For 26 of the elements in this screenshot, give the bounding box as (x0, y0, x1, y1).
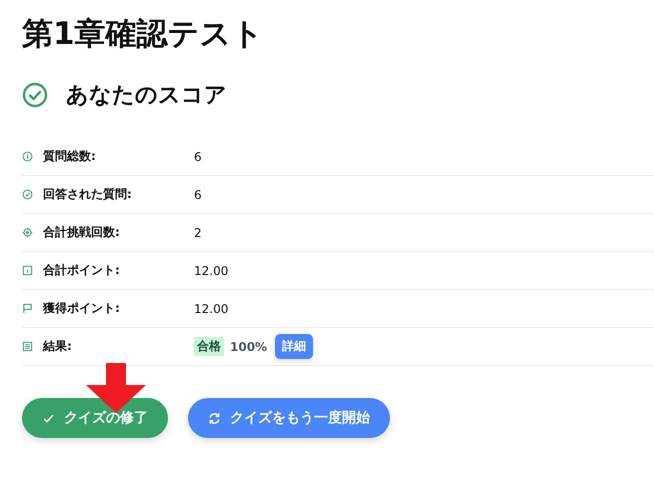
refresh-icon (208, 412, 221, 424)
field-value: 6 (194, 188, 202, 202)
field-label: 合計挑戦回数: (43, 224, 120, 241)
restart-quiz-button[interactable]: クイズをもう一度開始 (188, 398, 390, 438)
status-badge: 合格 (194, 337, 224, 356)
target-icon (22, 227, 33, 238)
info-icon (22, 151, 33, 162)
section-heading: あなたのスコア (66, 82, 227, 110)
info-square-icon (22, 265, 33, 276)
field-value: 12.00 (194, 302, 228, 316)
list-icon (22, 341, 33, 352)
field-label: 回答された質問: (43, 186, 132, 203)
flag-icon (22, 303, 33, 314)
field-label: 結果: (43, 338, 72, 355)
field-label: 質問総数: (43, 148, 96, 165)
score-percent: 100% (230, 340, 268, 354)
page-title: 第1章確認テスト (22, 15, 265, 54)
check-circle-icon (22, 82, 48, 108)
finish-quiz-button[interactable]: クイズの修了 (22, 398, 168, 438)
field-label: 獲得ポイント: (43, 300, 120, 317)
field-value: 2 (194, 226, 202, 240)
field-label: 合計ポイント: (43, 262, 120, 279)
field-value: 6 (194, 150, 202, 164)
details-button[interactable]: 詳細 (275, 334, 314, 359)
check-circle-icon (22, 189, 33, 200)
field-value: 12.00 (194, 264, 228, 278)
